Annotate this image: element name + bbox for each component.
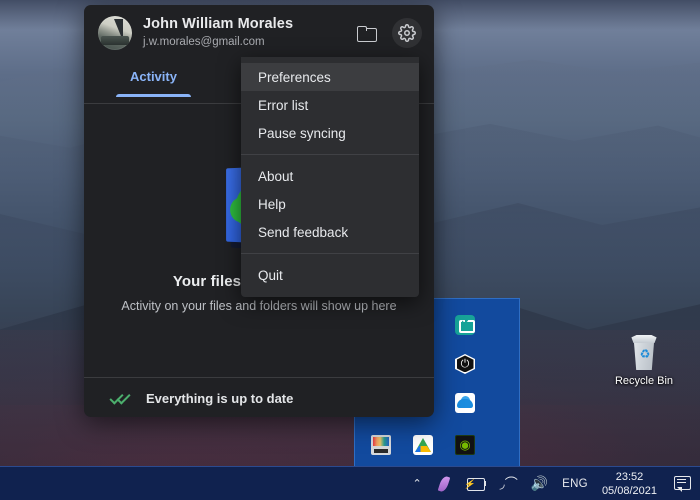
menu-item-quit[interactable]: Quit	[241, 261, 419, 289]
menu-item-send-feedback[interactable]: Send feedback	[241, 218, 419, 246]
tab-activity[interactable]: Activity	[108, 61, 199, 97]
menu-item-label: Quit	[258, 267, 283, 283]
panel-status-bar: Everything is up to date	[84, 378, 434, 417]
menu-item-label: Preferences	[258, 69, 331, 85]
volume-icon: 🔊	[530, 475, 549, 491]
settings-button[interactable]	[392, 18, 422, 48]
taskbar-clock[interactable]: 23:52 05/08/2021	[595, 470, 666, 498]
panel-header: John William Morales j.w.morales@gmail.c…	[84, 5, 434, 61]
tray-item[interactable]	[437, 384, 493, 423]
account-info: John William Morales j.w.morales@gmail.c…	[143, 16, 340, 50]
gear-icon	[398, 24, 416, 42]
tab-active-indicator	[116, 94, 191, 97]
recycle-bin-label: Recycle Bin	[614, 375, 674, 387]
feather-icon	[436, 476, 452, 492]
desktop-icon-recycle-bin[interactable]: ♻ Recycle Bin	[604, 334, 684, 402]
empty-state-subtitle: Activity on your files and folders will …	[121, 298, 397, 313]
notification-center-icon	[673, 475, 693, 493]
menu-item-label: About	[258, 168, 294, 184]
tray-pinned-row	[355, 423, 519, 467]
status-text: Everything is up to date	[146, 390, 294, 406]
menu-item-label: Send feedback	[258, 224, 349, 240]
language-label: ENG	[562, 477, 588, 490]
recycle-bin-icon: ♻	[627, 334, 661, 372]
taskbar: ⌃ ⚡ ◞⌒ 🔊 ENG 23:52 05/08/2021	[0, 466, 700, 500]
notification-center-button[interactable]	[666, 467, 700, 500]
power-icon[interactable]	[455, 353, 475, 374]
nvidia-icon[interactable]	[455, 435, 475, 455]
google-drive-icon[interactable]	[413, 435, 433, 455]
color-display-icon[interactable]	[371, 435, 391, 455]
open-folder-button[interactable]	[351, 18, 381, 48]
account-name: John William Morales	[143, 16, 294, 32]
taskbar-item-battery[interactable]: ⚡	[459, 467, 493, 500]
menu-item-pause-syncing[interactable]: Pause syncing	[241, 119, 419, 147]
show-hidden-icons-button[interactable]: ⌃	[405, 467, 428, 500]
menu-item-help[interactable]: Help	[241, 190, 419, 218]
wifi-icon: ◞⌒	[499, 476, 518, 491]
tray-item[interactable]	[437, 305, 493, 344]
menu-item-preferences[interactable]: Preferences	[241, 63, 419, 91]
menu-item-label: Help	[258, 196, 286, 212]
menu-separator	[241, 154, 419, 155]
tab-activity-label: Activity	[130, 69, 177, 84]
taskbar-tray: ⌃ ⚡ ◞⌒ 🔊 ENG 23:52 05/08/2021	[405, 467, 700, 500]
onedrive-cloud-icon[interactable]	[455, 393, 475, 414]
chevron-up-icon: ⌃	[412, 478, 422, 490]
battery-icon: ⚡	[464, 477, 486, 491]
clock-date: 05/08/2021	[601, 484, 657, 497]
menu-separator	[241, 253, 419, 254]
settings-context-menu: Preferences Error list Pause syncing Abo…	[241, 57, 419, 297]
menu-item-label: Error list	[258, 97, 309, 113]
taskbar-item-language[interactable]: ENG	[555, 467, 595, 500]
clock-time: 23:52	[615, 470, 644, 483]
menu-item-label: Pause syncing	[258, 125, 346, 141]
taskbar-item-volume[interactable]: 🔊	[524, 467, 555, 500]
remote-desktop-icon[interactable]	[455, 314, 475, 335]
taskbar-item-feather[interactable]	[429, 467, 459, 500]
double-check-icon	[109, 390, 132, 405]
avatar[interactable]	[98, 16, 132, 50]
taskbar-item-network[interactable]: ◞⌒	[493, 467, 524, 500]
menu-item-about[interactable]: About	[241, 162, 419, 190]
menu-item-error-list[interactable]: Error list	[241, 91, 419, 119]
folder-icon	[357, 26, 377, 42]
tray-item[interactable]	[437, 344, 493, 383]
account-email: j.w.morales@gmail.com	[143, 36, 265, 48]
